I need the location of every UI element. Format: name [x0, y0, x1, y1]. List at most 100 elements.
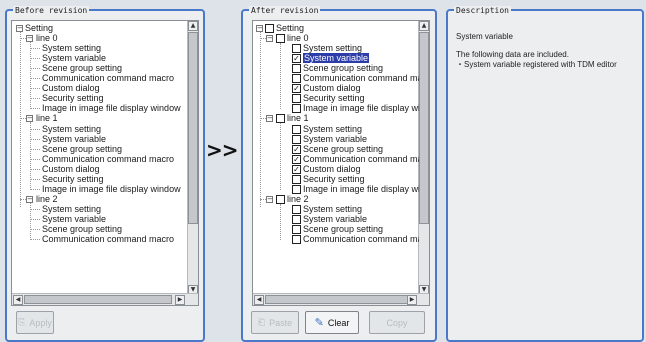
- tree-guide-line: [30, 98, 40, 100]
- scroll-thumb[interactable]: [265, 295, 415, 304]
- tree-item-label: Custom dialog: [42, 163, 100, 174]
- item-checkbox[interactable]: [292, 124, 301, 134]
- item-checkbox[interactable]: [292, 235, 301, 245]
- item-checkbox[interactable]: [292, 64, 301, 74]
- description-panel: Description System variable The followin…: [446, 6, 644, 342]
- tree-guide-line: [30, 178, 40, 180]
- tree-item-label: System setting: [303, 203, 363, 214]
- tree-item-label: System setting: [42, 123, 102, 134]
- item-checkbox[interactable]: [292, 214, 301, 224]
- item-checkbox[interactable]: [292, 184, 301, 194]
- transfer-arrow: >>: [206, 138, 239, 162]
- item-checkbox-checked[interactable]: ✓: [292, 84, 301, 94]
- after-tree-view[interactable]: ▲ ▼ ◀ ▶ − Setting − line 0 System setting ✓ Sy…: [252, 20, 430, 306]
- scroll-up-button[interactable]: ▲: [188, 21, 198, 31]
- root-expand-toggle[interactable]: −: [256, 25, 263, 32]
- line-expand-toggle[interactable]: −: [266, 115, 273, 123]
- item-checkbox-checked[interactable]: ✓: [292, 164, 301, 174]
- tree-item[interactable]: Image in image file display window: [42, 184, 181, 195]
- description-line-1: The following data are included.: [456, 50, 569, 59]
- tree-item-label: Image in image file display window: [303, 183, 419, 194]
- before-revision-title: Before revision: [13, 6, 90, 15]
- description-line-2: ・System variable registered with TDM edi…: [456, 60, 617, 69]
- tree-guide-line: [30, 208, 40, 210]
- tree-item[interactable]: Communication command macro: [303, 234, 419, 245]
- description-heading: System variable: [456, 32, 513, 41]
- scroll-thumb[interactable]: [419, 32, 429, 224]
- scroll-thumb[interactable]: [188, 32, 198, 224]
- tree-item-label: Security setting: [42, 93, 104, 104]
- tree-item-label: Image in image file display window: [303, 103, 419, 114]
- item-checkbox[interactable]: [292, 104, 301, 114]
- tree-node-label: Setting: [25, 23, 54, 33]
- tree-item-label: Custom dialog: [303, 83, 361, 94]
- tree-guide-line: [30, 88, 40, 90]
- apply-button[interactable]: ⎘ Apply: [16, 311, 54, 334]
- item-checkbox[interactable]: [292, 44, 301, 54]
- tree-item[interactable]: Image in image file display window: [303, 103, 419, 114]
- tree-guide-line: [30, 158, 40, 160]
- scroll-right-button[interactable]: ▶: [407, 295, 417, 305]
- root-checkbox[interactable]: [265, 24, 274, 33]
- line-expand-toggle[interactable]: −: [266, 195, 273, 203]
- item-checkbox[interactable]: [292, 204, 301, 214]
- scroll-right-button[interactable]: ▶: [175, 295, 185, 305]
- tree-guide-line: [30, 78, 40, 80]
- before-vertical-scrollbar[interactable]: ▲ ▼: [187, 21, 198, 295]
- tree-item[interactable]: Image in image file display window: [42, 103, 181, 114]
- scroll-up-button[interactable]: ▲: [419, 21, 429, 31]
- tree-item-label: Communication command macro: [42, 73, 175, 84]
- line-expand-toggle[interactable]: −: [26, 195, 33, 203]
- item-checkbox[interactable]: [292, 74, 301, 84]
- item-checkbox-checked[interactable]: ✓: [292, 154, 301, 164]
- line-checkbox[interactable]: [276, 114, 285, 124]
- before-tree-view[interactable]: ▲ ▼ ◀ ▶ − Setting − line 0 System setting Sys…: [11, 20, 199, 306]
- paste-button[interactable]: ⎗ Paste: [251, 311, 299, 334]
- line-checkbox[interactable]: [276, 194, 285, 204]
- root-expand-toggle[interactable]: −: [16, 25, 23, 32]
- after-vertical-scrollbar[interactable]: ▲ ▼: [418, 21, 429, 295]
- tree-item-label: Communication command macro: [42, 153, 175, 164]
- tree-item-label: Image in image file display window: [42, 183, 181, 194]
- tree-node-label: line 1: [287, 113, 309, 124]
- tree-item-label: System setting: [42, 203, 102, 214]
- tree-item-label: Communication command macro: [303, 73, 419, 84]
- line-expand-toggle[interactable]: −: [266, 35, 273, 43]
- item-checkbox-checked[interactable]: ✓: [292, 54, 301, 64]
- tree-item[interactable]: Image in image file display window: [303, 184, 419, 195]
- item-checkbox[interactable]: [292, 174, 301, 184]
- item-checkbox-checked[interactable]: ✓: [292, 144, 301, 154]
- after-tree-content: − Setting − line 0 System setting ✓ System var…: [253, 21, 419, 295]
- tree-item-label: Security setting: [303, 93, 365, 104]
- scroll-left-button[interactable]: ◀: [13, 295, 23, 305]
- apply-button-label: Apply: [29, 317, 52, 328]
- tree-guide-line: [280, 43, 281, 110]
- clear-button[interactable]: ✎ Clear: [305, 311, 359, 334]
- tree-item-label: Scene group setting: [303, 143, 384, 154]
- tree-guide-line: [30, 229, 40, 230]
- tree-item-label: Communication command macro: [303, 234, 419, 245]
- tree-item-label: Image in image file display window: [42, 103, 181, 114]
- tree-item-label: Security setting: [303, 173, 365, 184]
- tree-item-label: System variable: [303, 213, 368, 224]
- tree-item-label: Scene group setting: [303, 63, 384, 74]
- tree-guide-line: [280, 203, 281, 241]
- tree-item-label: System setting: [42, 43, 102, 54]
- tree-item-label: Security setting: [42, 173, 104, 184]
- scroll-left-button[interactable]: ◀: [254, 295, 264, 305]
- tree-item[interactable]: Communication command macro: [42, 234, 174, 245]
- tree-node-label: line 0: [287, 33, 309, 44]
- tree-item-label: System variable: [303, 53, 370, 64]
- copy-button[interactable]: Copy: [369, 311, 425, 334]
- item-checkbox[interactable]: [292, 94, 301, 104]
- item-checkbox[interactable]: [292, 134, 301, 144]
- item-checkbox[interactable]: [292, 225, 301, 234]
- scroll-thumb[interactable]: [24, 295, 172, 304]
- tree-guide-line: [30, 168, 40, 170]
- line-expand-toggle[interactable]: −: [26, 35, 33, 43]
- line-checkbox[interactable]: [276, 34, 285, 44]
- line-expand-toggle[interactable]: −: [26, 115, 33, 123]
- tree-guide-line: [30, 68, 40, 70]
- paste-button-label: Paste: [269, 317, 293, 328]
- tree-item-label: System variable: [42, 133, 107, 144]
